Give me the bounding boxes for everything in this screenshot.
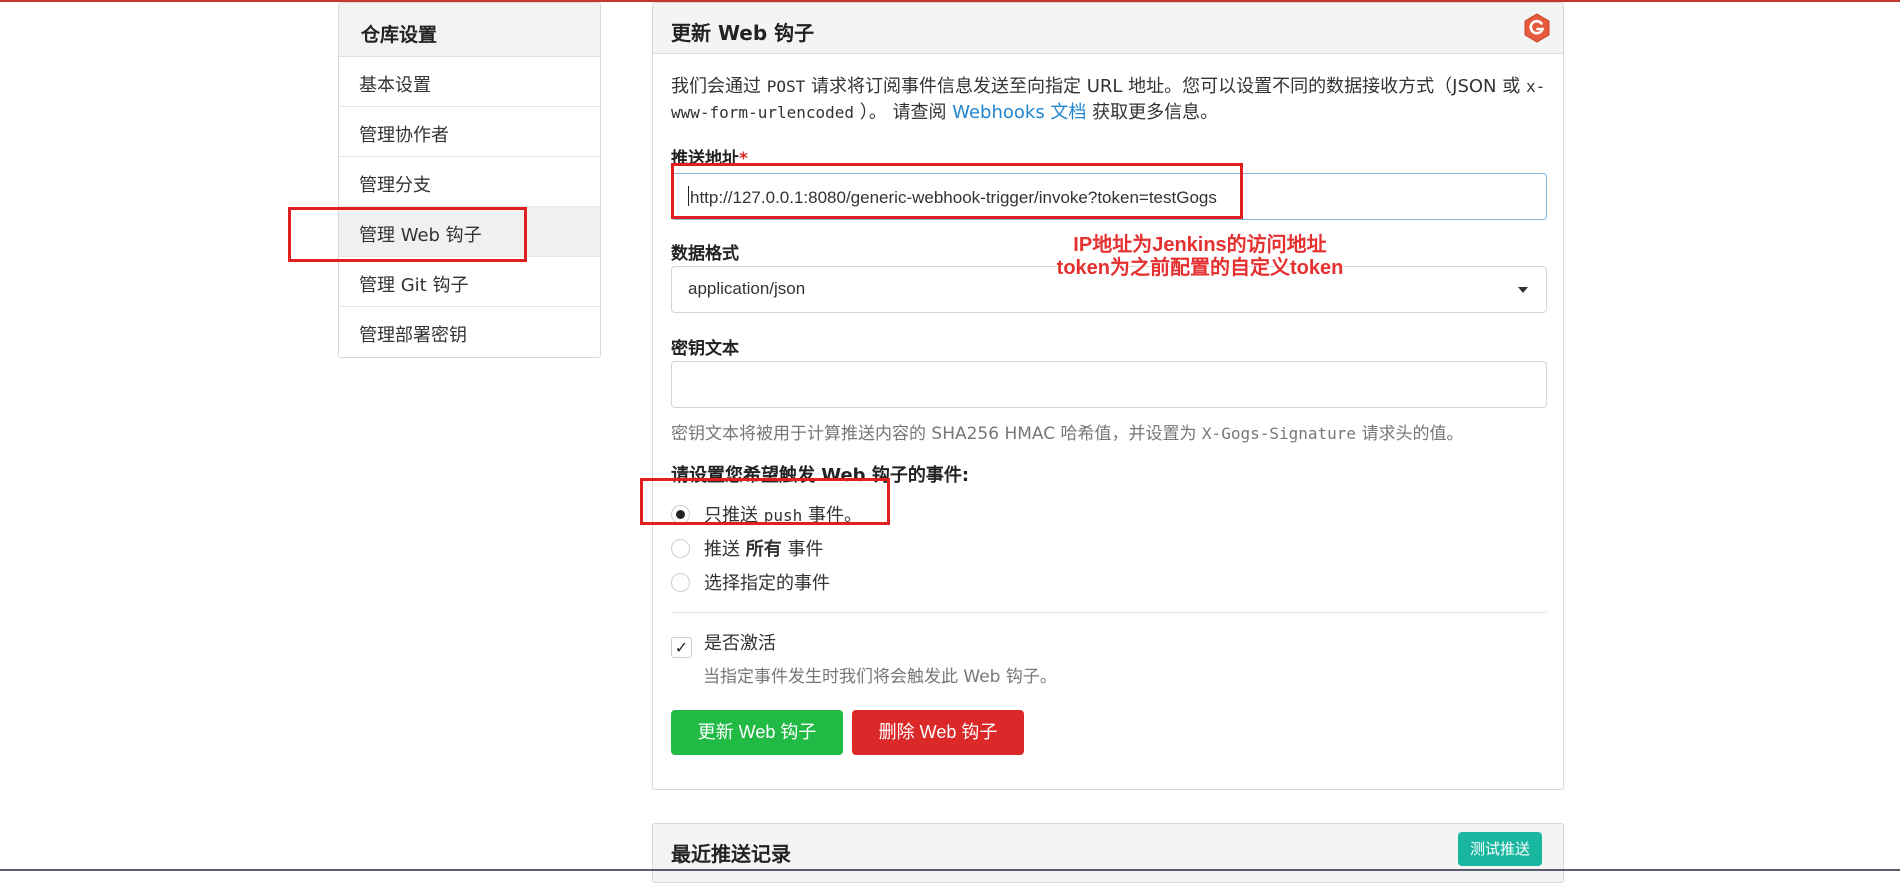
event-option-choose[interactable]: 选择指定的事件 [671,569,830,595]
secret-label: 密钥文本 [671,339,739,359]
sidebar-item-deploy-keys[interactable]: 管理部署密钥 [339,307,600,357]
radio-button[interactable] [671,573,690,592]
desc-text-2: 请求将订阅事件信息发送至向指定 URL 地址。您可以设置不同的数据接收方式（JS… [811,76,1521,97]
sidebar-item-git-hooks[interactable]: 管理 Git 钩子 [339,257,600,307]
recent-deliveries-title: 最近推送记录 [671,842,791,866]
signature-header-code: X-Gogs-Signature [1201,424,1357,443]
annotation-box-sidebar [288,207,527,262]
webhook-form-panel: 更新 Web 钩子 我们会通过 POST 请求将订阅事件信息发送至向指定 URL… [652,2,1564,790]
desc-text-3: ）。 请查阅 [859,102,947,123]
gogs-logo [1524,13,1550,43]
sidebar-title: 仓库设置 [339,3,600,57]
sidebar-item-collaborators[interactable]: 管理协作者 [339,107,600,157]
desc-text-1: 我们会通过 [671,76,761,97]
annotation-box-url [671,163,1243,219]
active-checkbox-row[interactable]: ✓ 是否激活 [671,629,776,658]
delete-webhook-button[interactable]: 删除 Web 钩子 [852,710,1024,755]
all-bold-text: 所有 [745,539,782,560]
desc-post-code: POST [766,77,806,96]
secret-help-text: 密钥文本将被用于计算推送内容的 SHA256 HMAC 哈希值，并设置为 X-G… [671,424,1464,444]
desc-text-4: 获取更多信息。 [1092,102,1219,123]
panel-header: 更新 Web 钩子 [653,3,1563,54]
content-type-value: application/json [688,279,806,298]
active-label: 是否激活 [704,633,776,654]
event-option-all[interactable]: 推送 所有 事件 [671,535,823,561]
test-delivery-button[interactable]: 测试推送 [1458,832,1542,866]
check-icon[interactable]: ✓ [671,637,692,658]
divider [671,612,1547,613]
page-title: 更新 Web 钩子 [671,21,815,45]
webhook-description: 我们会通过 POST 请求将订阅事件信息发送至向指定 URL 地址。您可以设置不… [671,74,1551,126]
annotation-box-push [640,478,890,525]
radio-button[interactable] [671,539,690,558]
update-webhook-button[interactable]: 更新 Web 钩子 [671,710,843,755]
sidebar-item-basic[interactable]: 基本设置 [339,57,600,107]
secret-input[interactable] [671,361,1547,408]
annotation-line-2: token为之前配置的自定义token [1056,257,1344,279]
recent-deliveries-panel: 最近推送记录 测试推送 [652,823,1564,883]
annotation-note: IP地址为Jenkins的访问地址 token为之前配置的自定义token [1010,234,1390,280]
settings-sidebar: 仓库设置 基本设置 管理协作者 管理分支 管理 Web 钩子 管理 Git 钩子… [338,2,601,358]
dropdown-arrow-icon [1518,287,1528,293]
webhooks-docs-link[interactable]: Webhooks 文档 [952,102,1086,123]
annotation-line-1: IP地址为Jenkins的访问地址 [1073,234,1327,256]
content-type-label: 数据格式 [671,244,739,264]
sidebar-item-branches[interactable]: 管理分支 [339,157,600,207]
active-help-text: 当指定事件发生时我们将会触发此 Web 钩子。 [703,667,1057,687]
